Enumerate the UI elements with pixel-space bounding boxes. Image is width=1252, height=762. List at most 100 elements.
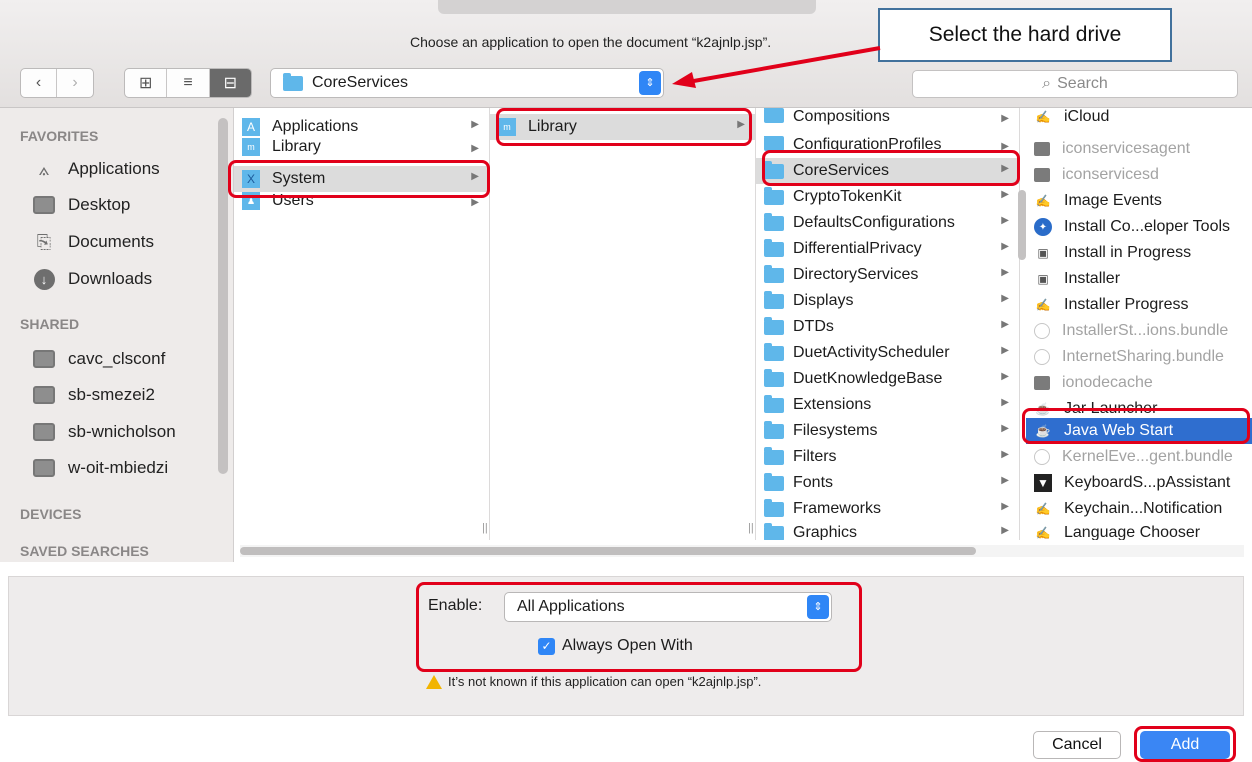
- list-item[interactable]: DifferentialPrivacy ▶: [756, 236, 1019, 262]
- list-item[interactable]: ✍ iCloud: [1026, 108, 1252, 128]
- annotation-highlight-java-web-start: [1022, 408, 1250, 444]
- sidebar-item-cavc-clsconf[interactable]: cavc_clsconf: [32, 348, 165, 370]
- folder-icon: [764, 212, 784, 231]
- chevron-right-icon: ▶: [1001, 293, 1009, 304]
- list-item[interactable]: DefaultsConfigurations ▶: [756, 210, 1019, 236]
- folder-icon: [764, 316, 784, 335]
- row-label: Extensions: [793, 396, 872, 413]
- sidebar-item-label: Documents: [68, 232, 154, 251]
- column-resize-handle[interactable]: ||: [482, 522, 488, 534]
- list-item[interactable]: Graphics ▶: [756, 520, 1019, 540]
- list-item[interactable]: ▣ Installer: [1026, 266, 1252, 292]
- sidebar-scrollbar[interactable]: [218, 118, 228, 474]
- row-label: DifferentialPrivacy: [793, 240, 922, 257]
- list-item[interactable]: iconservicesagent: [1026, 136, 1252, 162]
- folder-icon: [764, 136, 784, 151]
- search-icon: ⌕: [1042, 75, 1052, 92]
- row-label: DuetKnowledgeBase: [793, 370, 943, 387]
- sidebar-item-sb-smezei2[interactable]: sb-smezei2: [32, 384, 155, 406]
- list-item[interactable]: ✍ Image Events: [1026, 188, 1252, 214]
- chevron-right-icon: ▶: [471, 143, 479, 154]
- sidebar-item-applications[interactable]: ⟑ Applications: [32, 158, 160, 180]
- list-item[interactable]: ✍ Keychain...Notification: [1026, 496, 1252, 522]
- chevron-right-icon: ▶: [1001, 525, 1009, 536]
- list-item[interactable]: Frameworks ▶: [756, 496, 1019, 522]
- chevron-right-icon: ▶: [1001, 215, 1009, 226]
- list-item[interactable]: Extensions ▶: [756, 392, 1019, 418]
- list-item[interactable]: DTDs ▶: [756, 314, 1019, 340]
- list-item[interactable]: Filters ▶: [756, 444, 1019, 470]
- list-item[interactable]: DuetActivityScheduler ▶: [756, 340, 1019, 366]
- list-item[interactable]: DuetKnowledgeBase ▶: [756, 366, 1019, 392]
- chevron-right-icon: ▶: [1001, 189, 1009, 200]
- sidebar-item-downloads[interactable]: ↓ Downloads: [32, 268, 152, 290]
- list-view-icon[interactable]: ≡: [167, 69, 210, 97]
- row-label: Keychain...Notification: [1064, 500, 1223, 517]
- row-label: Installer: [1064, 270, 1121, 287]
- sidebar-item-label: cavc_clsconf: [68, 349, 166, 368]
- app-icon: [1034, 168, 1050, 182]
- cancel-button[interactable]: Cancel: [1033, 731, 1121, 759]
- list-item[interactable]: InternetSharing.bundle: [1026, 344, 1252, 370]
- back-button[interactable]: ‹: [21, 69, 58, 97]
- display-icon: [32, 384, 56, 406]
- folder-icon: [764, 368, 784, 387]
- warning-message: It’s not known if this application can o…: [426, 674, 761, 689]
- sidebar-item-label: Desktop: [68, 195, 131, 214]
- icon-view-icon[interactable]: ⊞: [125, 69, 168, 97]
- window-top-notch: [438, 0, 816, 14]
- folder-icon: [764, 238, 784, 257]
- sidebar-item-label: Applications: [68, 159, 160, 178]
- forward-button[interactable]: ›: [57, 69, 93, 97]
- chevron-right-icon: ▶: [1001, 319, 1009, 330]
- path-popup[interactable]: CoreServices ⇕: [270, 68, 664, 98]
- row-label: Image Events: [1064, 192, 1162, 209]
- sidebar-item-sb-wnicholson[interactable]: sb-wnicholson: [32, 421, 176, 443]
- list-item[interactable]: Compositions ▶: [756, 108, 1019, 128]
- chevron-right-icon: ▶: [1001, 501, 1009, 512]
- list-item[interactable]: m Library ▶: [234, 138, 489, 156]
- list-item[interactable]: A Applications ▶: [234, 114, 489, 140]
- list-item[interactable]: Fonts ▶: [756, 470, 1019, 496]
- list-item[interactable]: Filesystems ▶: [756, 418, 1019, 444]
- list-item[interactable]: KernelEve...gent.bundle: [1026, 444, 1252, 470]
- column-scrollbar[interactable]: [1018, 190, 1026, 260]
- chevron-right-icon: ▶: [1001, 267, 1009, 278]
- list-item[interactable]: DirectoryServices ▶: [756, 262, 1019, 288]
- sidebar-item-desktop[interactable]: Desktop: [32, 194, 130, 216]
- display-icon: [32, 421, 56, 443]
- list-item[interactable]: CryptoTokenKit ▶: [756, 184, 1019, 210]
- annotation-highlight-enable: [416, 582, 862, 672]
- column-resize-handle[interactable]: ||: [748, 522, 754, 534]
- list-item[interactable]: Displays ▶: [756, 288, 1019, 314]
- sidebar-item-label: Downloads: [68, 269, 153, 288]
- horizontal-scrollbar[interactable]: [240, 545, 1244, 557]
- list-item[interactable]: ✍ Installer Progress: [1026, 292, 1252, 318]
- row-label: iCloud: [1064, 108, 1110, 125]
- row-label: InstallerSt...ions.bundle: [1062, 322, 1229, 339]
- popup-stepper-icon: ⇕: [639, 71, 661, 95]
- list-item[interactable]: iconservicesd: [1026, 162, 1252, 188]
- folder-icon: [764, 108, 784, 123]
- list-item[interactable]: ▣ Install in Progress: [1026, 240, 1252, 266]
- search-field[interactable]: ⌕ Search: [912, 70, 1238, 98]
- app-icon: ✍: [1035, 298, 1051, 312]
- chevron-right-icon: ▶: [1001, 475, 1009, 486]
- chevron-right-icon: ▶: [471, 119, 479, 130]
- folder-icon: [764, 186, 784, 205]
- applications-folder-icon: A: [242, 118, 260, 136]
- column-view-icon[interactable]: ⊟: [209, 69, 251, 97]
- folder-icon: [764, 522, 784, 540]
- list-item[interactable]: ✍ Language Chooser: [1026, 520, 1252, 540]
- sidebar: FAVORITES ⟑ Applications Desktop ⎘ Documen…: [0, 108, 234, 562]
- sidebar-item-w-oit-mbiedzi[interactable]: w-oit-mbiedzi: [32, 457, 168, 479]
- list-item[interactable]: ▼ KeyboardS...pAssistant: [1026, 470, 1252, 496]
- list-item[interactable]: ionodecache: [1026, 370, 1252, 396]
- list-item[interactable]: ✦ Install Co...eloper Tools: [1026, 214, 1252, 240]
- sidebar-item-documents[interactable]: ⎘ Documents: [32, 231, 154, 253]
- scrollbar-thumb[interactable]: [240, 547, 976, 555]
- list-item[interactable]: InstallerSt...ions.bundle: [1026, 318, 1252, 344]
- row-label: iconservicesd: [1062, 166, 1159, 183]
- row-label: Library: [272, 138, 321, 155]
- sidebar-section-favorites: FAVORITES: [20, 128, 99, 144]
